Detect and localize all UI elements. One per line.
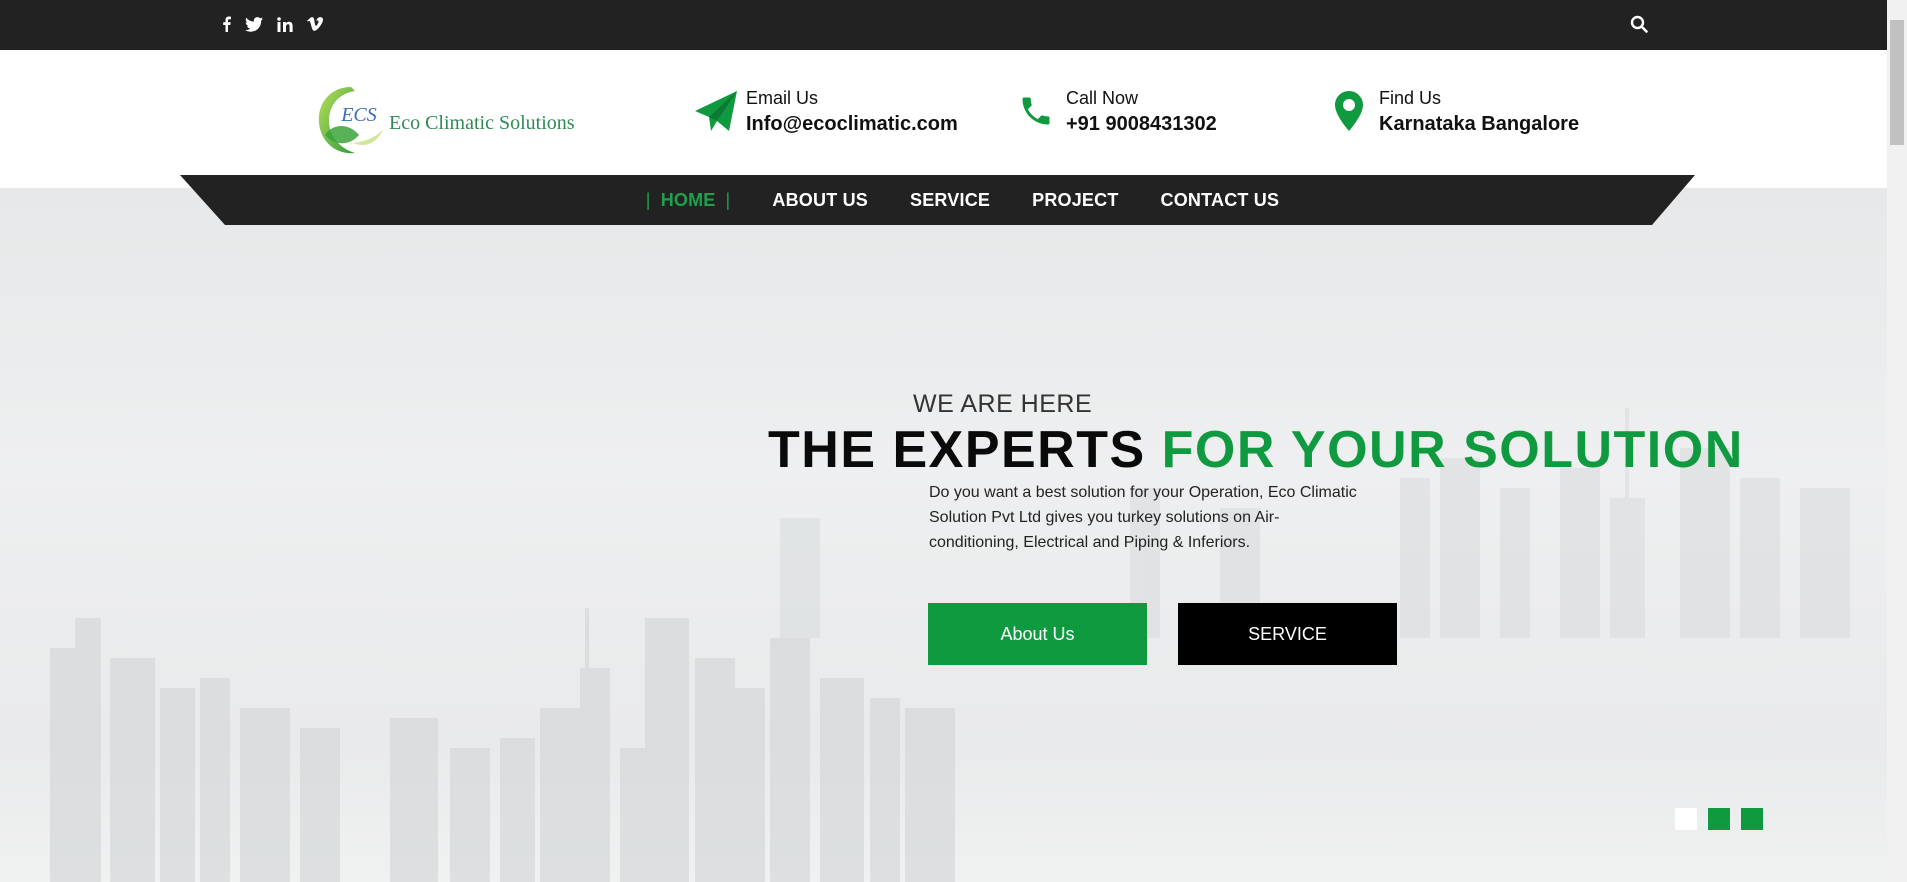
slider-dot[interactable] xyxy=(1675,808,1697,830)
contact-label: Find Us xyxy=(1379,88,1442,108)
contact-location: Find Us Karnataka Bangalore xyxy=(1325,87,1579,139)
phone-link[interactable]: +91 9008431302 xyxy=(1066,109,1217,139)
headline-green: FOR YOUR SOLUTION xyxy=(1161,421,1744,479)
brand-name: Eco Climatic Solutions xyxy=(389,111,575,134)
contact-email: Email Us Info@ecoclimatic.com xyxy=(692,87,958,139)
contact-phone: Call Now +91 9008431302 xyxy=(1012,87,1217,139)
main-nav: HOME ABOUT US SERVICE PROJECT CONTACT US xyxy=(180,175,1695,225)
slider-dot[interactable] xyxy=(1741,808,1763,830)
logo-mark-icon: ECS xyxy=(318,87,383,154)
facebook-icon[interactable] xyxy=(222,14,231,34)
nav-project[interactable]: PROJECT xyxy=(1032,190,1118,211)
slider-dots xyxy=(1675,808,1763,830)
service-button[interactable]: SERVICE xyxy=(1178,603,1397,665)
map-pin-icon xyxy=(1325,87,1373,135)
hero-slider: WE ARE HERE THE EXPERTS FOR YOUR SOLUTIO… xyxy=(0,188,1887,882)
slider-dot[interactable] xyxy=(1708,808,1730,830)
hero-description: Do you want a best solution for your Ope… xyxy=(929,484,1357,551)
nav-contact-us[interactable]: CONTACT US xyxy=(1161,190,1280,211)
social-links xyxy=(222,14,323,34)
contact-label: Call Now xyxy=(1066,88,1139,108)
location-link[interactable]: Karnataka Bangalore xyxy=(1379,109,1579,139)
phone-icon xyxy=(1012,87,1060,135)
about-us-button[interactable]: About Us xyxy=(928,603,1147,665)
search-icon[interactable] xyxy=(1630,15,1650,35)
email-link[interactable]: Info@ecoclimatic.com xyxy=(746,109,958,139)
site-header: ECS Eco Climatic Solutions Email Us Info… xyxy=(0,50,1887,188)
twitter-icon[interactable] xyxy=(245,14,263,34)
top-bar xyxy=(0,0,1887,50)
hero-eyebrow: WE ARE HERE xyxy=(913,390,1093,418)
scrollbar-thumb[interactable] xyxy=(1890,20,1904,145)
scrollbar[interactable] xyxy=(1887,0,1907,882)
svg-text:ECS: ECS xyxy=(340,104,377,126)
nav-service[interactable]: SERVICE xyxy=(910,190,990,211)
nav-home[interactable]: HOME xyxy=(646,190,731,211)
hero-headline: THE EXPERTS FOR YOUR SOLUTION xyxy=(768,420,1744,480)
logo[interactable]: ECS Eco Climatic Solutions xyxy=(315,82,605,158)
contact-label: Email Us xyxy=(746,88,819,108)
linkedin-icon[interactable] xyxy=(277,14,293,34)
paper-plane-icon xyxy=(692,87,740,135)
vimeo-icon[interactable] xyxy=(307,14,323,34)
headline-dark: THE EXPERTS xyxy=(768,421,1146,479)
nav-about-us[interactable]: ABOUT US xyxy=(772,190,868,211)
